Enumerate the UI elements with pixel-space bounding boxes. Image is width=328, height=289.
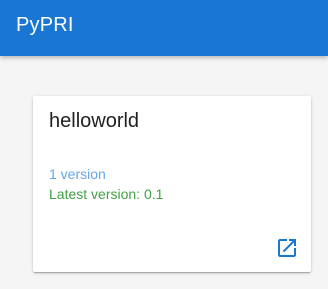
open-package-button[interactable] (275, 236, 299, 260)
package-card[interactable]: helloworld 1 version Latest version: 0.1 (33, 96, 311, 272)
app-bar: PyPRI (0, 0, 328, 56)
package-name: helloworld (49, 110, 140, 132)
app-title: PyPRI (16, 14, 74, 36)
app-root: PyPRI helloworld 1 version Latest versio… (0, 0, 328, 289)
latest-version: Latest version: 0.1 (49, 186, 164, 202)
version-count: 1 version (49, 166, 106, 182)
open-in-new-icon (275, 236, 299, 260)
